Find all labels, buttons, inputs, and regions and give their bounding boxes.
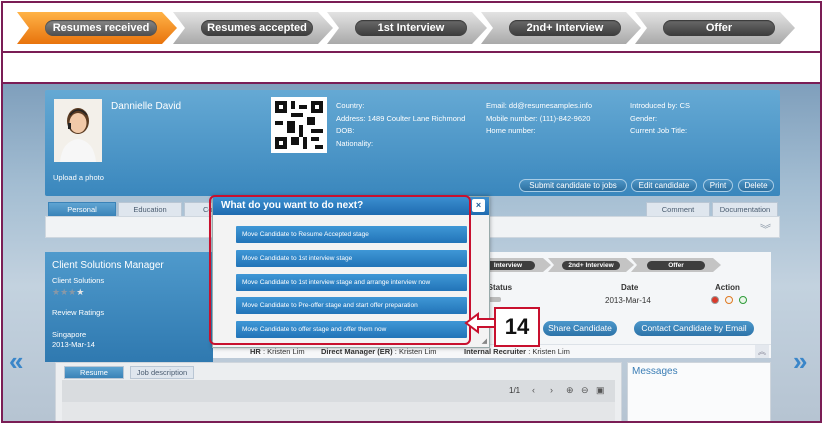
zoom-out-icon[interactable]: ⊖ xyxy=(581,385,589,396)
messages-panel: Messages xyxy=(627,362,771,421)
print-icon[interactable]: ▣ xyxy=(596,385,605,396)
extra-info: Introduced by: CS Gender: Current Job Ti… xyxy=(630,100,690,138)
upload-photo-link[interactable]: Upload a photo xyxy=(53,173,104,182)
stage-2nd-interview[interactable]: 2nd+ Interview xyxy=(481,12,641,44)
tab-documentation[interactable]: Documentation xyxy=(712,202,778,216)
zoom-in-icon[interactable]: ⊕ xyxy=(566,385,574,396)
mini-stage-label: Offer xyxy=(647,261,705,270)
mini-stage-offer[interactable]: Offer xyxy=(631,258,721,272)
stage-offer[interactable]: Offer xyxy=(635,12,795,44)
stage-label: 1st Interview xyxy=(355,20,467,36)
stage-label: 2nd+ Interview xyxy=(509,20,621,36)
next-action-dialog: What do you want to do next? × Move Cand… xyxy=(212,196,490,348)
mobile-field: Mobile number: (111)-842-9620 xyxy=(486,113,591,123)
tab-partial[interactable]: Co xyxy=(184,202,214,216)
edit-candidate-button[interactable]: Edit candidate xyxy=(631,179,697,192)
forward-icon[interactable] xyxy=(739,296,747,304)
profile-card: Dannielle David Upload a photo Country: … xyxy=(45,90,780,196)
nationality-field: Nationality: xyxy=(336,138,374,148)
contact-info: Email: dd@resumesamples.info Mobile numb… xyxy=(486,100,592,138)
ir-label: Internal Recruiter xyxy=(464,347,527,356)
delete-button[interactable]: Delete xyxy=(738,179,774,192)
document-toolbar: 1/1 ‹ › ⊕ ⊖ ▣ xyxy=(62,380,615,402)
dialog-title: What do you want to do next? xyxy=(213,197,489,215)
address-info: Country: Address: 1489 Coulter Lane Rich… xyxy=(336,100,465,150)
avatar xyxy=(54,99,102,162)
job-card: Client Solutions Manager Client Solution… xyxy=(45,252,213,362)
location-label: Singapore xyxy=(52,330,87,339)
current-job-field: Current Job Title: xyxy=(630,126,688,135)
contact-candidate-button[interactable]: Contact Candidate by Email xyxy=(634,321,754,336)
option-offer-now[interactable]: Move Candidate to offer stage and offer … xyxy=(236,321,467,338)
star-icon: ★★★ xyxy=(52,287,77,297)
address-field: Address: 1489 Coulter Lane Richmond xyxy=(336,113,466,123)
page-count: 1/1 xyxy=(509,386,521,395)
email-field: Email: dd@resumesamples.info xyxy=(486,101,592,110)
stop-icon[interactable] xyxy=(711,296,719,304)
option-1st-interview[interactable]: Move Candidate to 1st interview stage xyxy=(236,250,467,267)
tab-job-description[interactable]: Job description xyxy=(130,366,194,379)
qr-code-icon xyxy=(271,97,327,153)
stage-resumes-received[interactable]: Resumes received xyxy=(17,12,177,44)
introduced-by-field: Introduced by: CS xyxy=(630,101,691,110)
job-location: Singapore 2013-Mar-14 xyxy=(52,330,95,350)
stage-resumes-accepted[interactable]: Resumes accepted xyxy=(173,12,333,44)
resize-grip-icon[interactable]: ◢ xyxy=(482,337,487,345)
document-viewer[interactable] xyxy=(62,402,615,421)
next-page-icon[interactable]: › xyxy=(550,385,553,395)
dm-value: : Kristen Lim xyxy=(394,347,437,356)
dob-field: DOB: xyxy=(336,126,355,135)
chevron-down-double-icon[interactable]: ︾ xyxy=(760,221,771,237)
option-pre-offer[interactable]: Move Candidate to Pre-offer stage and st… xyxy=(236,297,467,314)
stage-1st-interview[interactable]: 1st Interview xyxy=(327,12,487,44)
tab-personal[interactable]: Personal xyxy=(48,202,116,216)
share-candidate-button[interactable]: Share Candidate xyxy=(543,321,617,336)
print-button[interactable]: Print xyxy=(703,179,733,192)
hr-value: : Kristen Lim xyxy=(262,347,305,356)
job-date: 2013-Mar-14 xyxy=(52,340,95,349)
pipeline-bar: Resumes received Resumes accepted 1st In… xyxy=(1,1,822,53)
play-icon[interactable] xyxy=(725,296,733,304)
option-resume-accepted[interactable]: Move Candidate to Resume Accepted stage xyxy=(236,226,467,243)
double-chevron-left-icon[interactable]: « xyxy=(9,346,23,377)
date-header: Date xyxy=(621,283,639,292)
gender-field: Gender: xyxy=(630,113,658,123)
mini-stage-2nd-interview[interactable]: 2nd+ Interview xyxy=(548,258,634,272)
job-department: Client Solutions xyxy=(52,276,105,285)
candidate-name: Dannielle David xyxy=(111,101,182,112)
tab-comment[interactable]: Comment xyxy=(646,202,710,216)
spacer-band xyxy=(1,53,822,84)
person-photo-icon xyxy=(54,99,102,162)
star-empty-icon: ★ xyxy=(76,287,85,297)
resume-panel: Resume Job description 1/1 ‹ › ⊕ ⊖ ▣ xyxy=(55,362,622,421)
ir-value: : Kristen Lim xyxy=(528,347,570,356)
collapse-up-icon[interactable]: ︽ xyxy=(755,345,769,358)
dm-label: Direct Manager (ER) xyxy=(321,347,393,356)
option-1st-interview-arrange[interactable]: Move Candidate to 1st interview stage an… xyxy=(236,274,467,291)
review-ratings-label: Review Ratings xyxy=(52,308,105,317)
step-number-callout: 14 xyxy=(494,307,540,347)
mini-stage-label: 2nd+ Interview xyxy=(562,261,620,270)
messages-title: Messages xyxy=(632,366,678,377)
action-header: Action xyxy=(715,283,740,292)
date-value: 2013-Mar-14 xyxy=(605,296,651,305)
country-field: Country: xyxy=(336,101,365,110)
prev-page-icon[interactable]: ‹ xyxy=(532,385,535,395)
stage-label: Offer xyxy=(663,20,775,36)
double-chevron-right-icon[interactable]: » xyxy=(793,346,807,377)
job-title: Client Solutions Manager xyxy=(52,260,164,271)
home-number-field: Home number: xyxy=(486,126,536,135)
tab-resume[interactable]: Resume xyxy=(64,366,124,379)
close-icon[interactable]: × xyxy=(472,199,485,212)
stage-label: Resumes accepted xyxy=(201,20,313,36)
callout-arrow-icon xyxy=(464,312,496,334)
submit-candidate-button[interactable]: Submit candidate to jobs xyxy=(519,179,627,192)
hr-label: HR xyxy=(250,347,261,356)
rating-stars[interactable]: ★★★★ xyxy=(52,287,84,298)
stage-label: Resumes received xyxy=(45,20,157,36)
tab-education[interactable]: Education xyxy=(118,202,182,216)
